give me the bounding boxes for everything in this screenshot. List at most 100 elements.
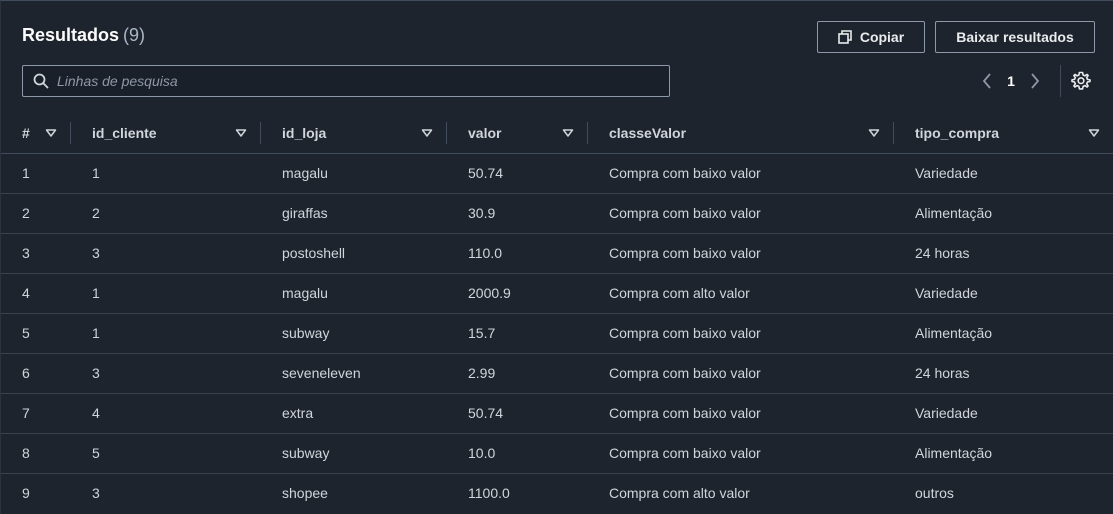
table-cell: 15.7 (447, 313, 588, 354)
copy-button[interactable]: Copiar (817, 21, 925, 53)
table-cell: Compra com alto valor (609, 485, 750, 502)
search-box[interactable] (22, 65, 670, 97)
column-header-valor[interactable]: valor (447, 113, 588, 154)
column-header-id-cliente[interactable]: id_cliente (71, 113, 261, 154)
table-cell: Compra com baixo valor (588, 233, 894, 274)
table-cell: Alimentação (894, 433, 1113, 474)
table-cell: Compra com baixo valor (588, 433, 894, 474)
copy-button-label: Copiar (859, 29, 905, 45)
table-row: 9 3 shopee 1100.0 Compra com alto valor … (1, 473, 1113, 513)
table-cell: subway (261, 313, 447, 354)
column-header-id-loja[interactable]: id_loja (261, 113, 447, 154)
column-header-index[interactable]: # (1, 113, 71, 154)
table-cell: 3 (1, 233, 71, 274)
column-header-label: classeValor (609, 124, 687, 141)
column-header-classe-valor[interactable]: classeValor (588, 113, 894, 154)
search-input[interactable] (57, 66, 669, 96)
column-header-tipo-compra[interactable]: tipo_compra (894, 113, 1113, 154)
table-cell: 30.9 (447, 193, 588, 234)
table-cell: 1 (71, 153, 261, 194)
table-row: 1 1 magalu 50.74 Compra com baixo valor … (1, 153, 1113, 194)
search-icon (33, 73, 49, 89)
table-cell: 1100.0 (468, 485, 510, 502)
column-header-label: id_cliente (92, 124, 157, 141)
table-cell: 24 horas (894, 233, 1113, 274)
table-cell: outros (915, 485, 954, 502)
table-cell: magalu (261, 153, 447, 194)
table-cell: Compra com baixo valor (588, 193, 894, 234)
results-count: (9) (123, 25, 146, 45)
table-cell: extra (261, 393, 447, 434)
pagination-divider (1060, 65, 1061, 97)
table-cell: Alimentação (894, 313, 1113, 354)
column-header-label: valor (468, 124, 502, 141)
table-cell: 10.0 (447, 433, 588, 474)
gear-icon[interactable] (1071, 71, 1091, 91)
table-cell: 8 (1, 433, 71, 474)
table-cell: seveneleven (261, 353, 447, 394)
table-cell: Variedade (894, 153, 1113, 194)
table-row: 7 4 extra 50.74 Compra com baixo valor V… (1, 393, 1113, 434)
current-page-number[interactable]: 1 (997, 73, 1025, 89)
download-results-button[interactable]: Baixar resultados (935, 21, 1095, 53)
table-cell: Compra com baixo valor (588, 393, 894, 434)
chevron-right-icon[interactable] (1025, 69, 1045, 93)
table-cell: 5 (1, 313, 71, 354)
table-cell: 1 (71, 313, 261, 354)
table-cell: Alimentação (894, 193, 1113, 234)
table-cell: 2.99 (447, 353, 588, 394)
results-table: # id_cliente id_loja valor classeValor t… (1, 113, 1113, 513)
column-header-label: # (22, 124, 30, 141)
table-cell: 3 (92, 485, 100, 502)
table-cell: Variedade (894, 273, 1113, 314)
table-cell: 110.0 (447, 233, 588, 274)
table-cell: Variedade (894, 393, 1113, 434)
table-cell: Compra com alto valor (588, 273, 894, 314)
copy-icon (838, 30, 852, 44)
table-row: 6 3 seveneleven 2.99 Compra com baixo va… (1, 353, 1113, 394)
sort-caret-icon[interactable] (868, 127, 880, 139)
table-cell: Compra com baixo valor (588, 313, 894, 354)
sort-caret-icon[interactable] (235, 127, 247, 139)
table-cell: 1 (71, 273, 261, 314)
pagination: 1 (977, 69, 1045, 93)
results-title: Resultados (9) (22, 25, 145, 46)
table-row: 8 5 subway 10.0 Compra com baixo valor A… (1, 433, 1113, 474)
table-cell: 5 (71, 433, 261, 474)
table-cell: 2 (71, 193, 261, 234)
table-cell: 2000.9 (447, 273, 588, 314)
table-cell: 4 (71, 393, 261, 434)
table-cell: Compra com baixo valor (588, 353, 894, 394)
table-cell: 3 (71, 233, 261, 274)
sort-caret-icon[interactable] (421, 127, 433, 139)
column-header-label: tipo_compra (915, 124, 1000, 141)
table-row: 4 1 magalu 2000.9 Compra com alto valor … (1, 273, 1113, 314)
table-cell: 1 (1, 153, 71, 194)
sort-caret-icon[interactable] (1088, 127, 1100, 139)
table-cell: postoshell (261, 233, 447, 274)
results-table-wrapper: # id_cliente id_loja valor classeValor t… (1, 113, 1113, 513)
table-row: 5 1 subway 15.7 Compra com baixo valor A… (1, 313, 1113, 354)
table-cell: shopee (282, 485, 328, 502)
sort-caret-icon[interactable] (562, 127, 574, 139)
table-row: 3 3 postoshell 110.0 Compra com baixo va… (1, 233, 1113, 274)
table-cell: 50.74 (447, 393, 588, 434)
table-row: 2 2 giraffas 30.9 Compra com baixo valor… (1, 193, 1113, 234)
table-cell: 50.74 (447, 153, 588, 194)
table-cell: 2 (1, 193, 71, 234)
table-cell: 6 (1, 353, 71, 394)
sort-caret-icon[interactable] (45, 127, 57, 139)
table-cell: magalu (261, 273, 447, 314)
chevron-left-icon[interactable] (977, 69, 997, 93)
table-cell: 4 (1, 273, 71, 314)
results-panel: Resultados(9) Copiar Baixar resultados 1 (0, 0, 1113, 514)
table-cell: 7 (1, 393, 71, 434)
table-header-row: # id_cliente id_loja valor classeValor t… (1, 113, 1113, 154)
table-cell: 3 (71, 353, 261, 394)
table-cell: Compra com baixo valor (588, 153, 894, 194)
table-cell: giraffas (261, 193, 447, 234)
table-cell: subway (261, 433, 447, 474)
column-header-label: id_loja (282, 124, 327, 141)
results-title-label: Resultados (22, 25, 120, 45)
table-cell: 24 horas (894, 353, 1113, 394)
